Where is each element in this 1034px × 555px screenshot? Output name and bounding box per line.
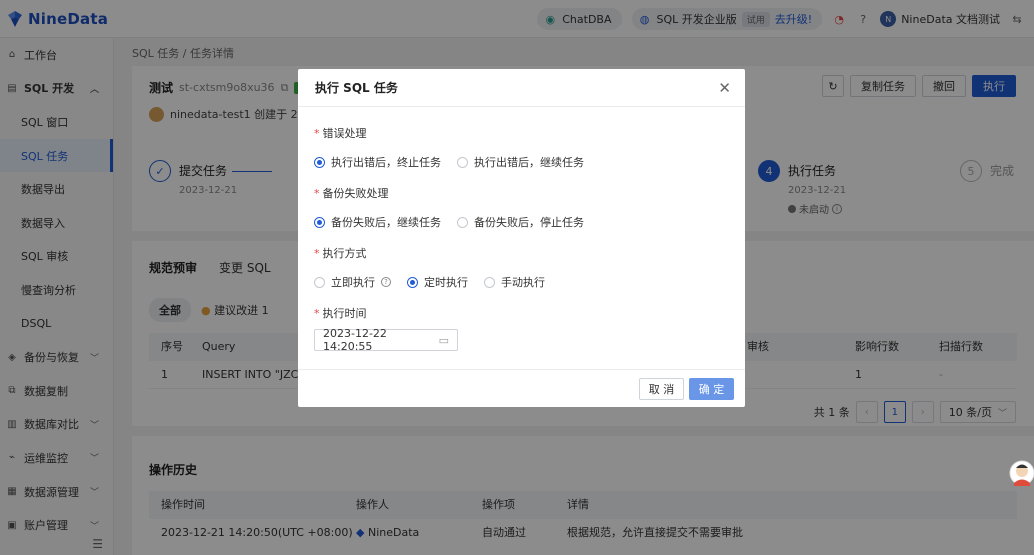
datetime-picker[interactable]: 2023-12-22 14:20:55 ▭ bbox=[314, 327, 458, 353]
calendar-icon: ▭ bbox=[438, 333, 449, 347]
radio-label: 备份失败后，继续任务 bbox=[331, 216, 441, 229]
radio-execute-scheduled[interactable]: 定时执行 bbox=[407, 274, 468, 290]
backup-failure-field: * 备份失败处理 备份失败后，继续任务 备份失败后，停止任务 bbox=[314, 185, 584, 230]
radio-unchecked bbox=[457, 216, 468, 228]
radio-label: 定时执行 bbox=[424, 276, 468, 289]
radio-label: 执行出错后，终止任务 bbox=[331, 156, 441, 169]
execution-time-field: * 执行时间 2023-12-22 14:20:55 ▭ bbox=[314, 305, 458, 353]
datetime-value: 2023-12-22 14:20:55 bbox=[323, 327, 387, 353]
dialog-title: 执行 SQL 任务 bbox=[315, 81, 398, 95]
execution-mode-field: * 执行方式 立即执行? 定时执行 手动执行 bbox=[314, 245, 545, 290]
radio-error-continue[interactable]: 执行出错后，继续任务 bbox=[457, 154, 584, 170]
radio-unchecked bbox=[484, 276, 495, 288]
radio-unchecked bbox=[457, 156, 468, 168]
execute-sql-task-dialog: 执行 SQL 任务 ✕ * 错误处理 执行出错后，终止任务 执行出错后，继续任务 … bbox=[298, 69, 745, 407]
radio-backup-stop[interactable]: 备份失败后，停止任务 bbox=[457, 214, 584, 230]
radio-checked bbox=[314, 216, 325, 228]
radio-checked bbox=[314, 156, 325, 168]
confirm-button[interactable]: 确 定 bbox=[689, 378, 734, 400]
radio-checked bbox=[407, 276, 418, 288]
radio-error-stop[interactable]: 执行出错后，终止任务 bbox=[314, 154, 441, 170]
error-handling-label: 错误处理 bbox=[322, 127, 367, 140]
error-handling-field: * 错误处理 执行出错后，终止任务 执行出错后，继续任务 bbox=[314, 125, 584, 170]
radio-label: 立即执行 bbox=[331, 276, 375, 289]
backup-failure-label: 备份失败处理 bbox=[322, 187, 389, 200]
radio-execute-now[interactable]: 立即执行? bbox=[314, 274, 391, 290]
radio-execute-manual[interactable]: 手动执行 bbox=[484, 274, 545, 290]
radio-label: 备份失败后，停止任务 bbox=[474, 216, 584, 229]
assistant-avatar-icon[interactable] bbox=[1007, 456, 1034, 490]
cancel-button[interactable]: 取 消 bbox=[639, 378, 684, 400]
radio-unchecked bbox=[314, 276, 325, 288]
radio-label: 执行出错后，继续任务 bbox=[474, 156, 584, 169]
close-icon[interactable]: ✕ bbox=[718, 79, 731, 97]
required-mark: * bbox=[314, 127, 320, 140]
radio-label: 手动执行 bbox=[501, 276, 545, 289]
required-mark: * bbox=[314, 247, 320, 260]
dialog-footer: 取 消 确 定 bbox=[298, 369, 745, 407]
help-icon[interactable]: ? bbox=[381, 277, 391, 287]
required-mark: * bbox=[314, 187, 320, 200]
radio-backup-continue[interactable]: 备份失败后，继续任务 bbox=[314, 214, 441, 230]
execution-mode-label: 执行方式 bbox=[322, 247, 367, 260]
execution-time-label: 执行时间 bbox=[322, 307, 367, 320]
required-mark: * bbox=[314, 307, 320, 320]
